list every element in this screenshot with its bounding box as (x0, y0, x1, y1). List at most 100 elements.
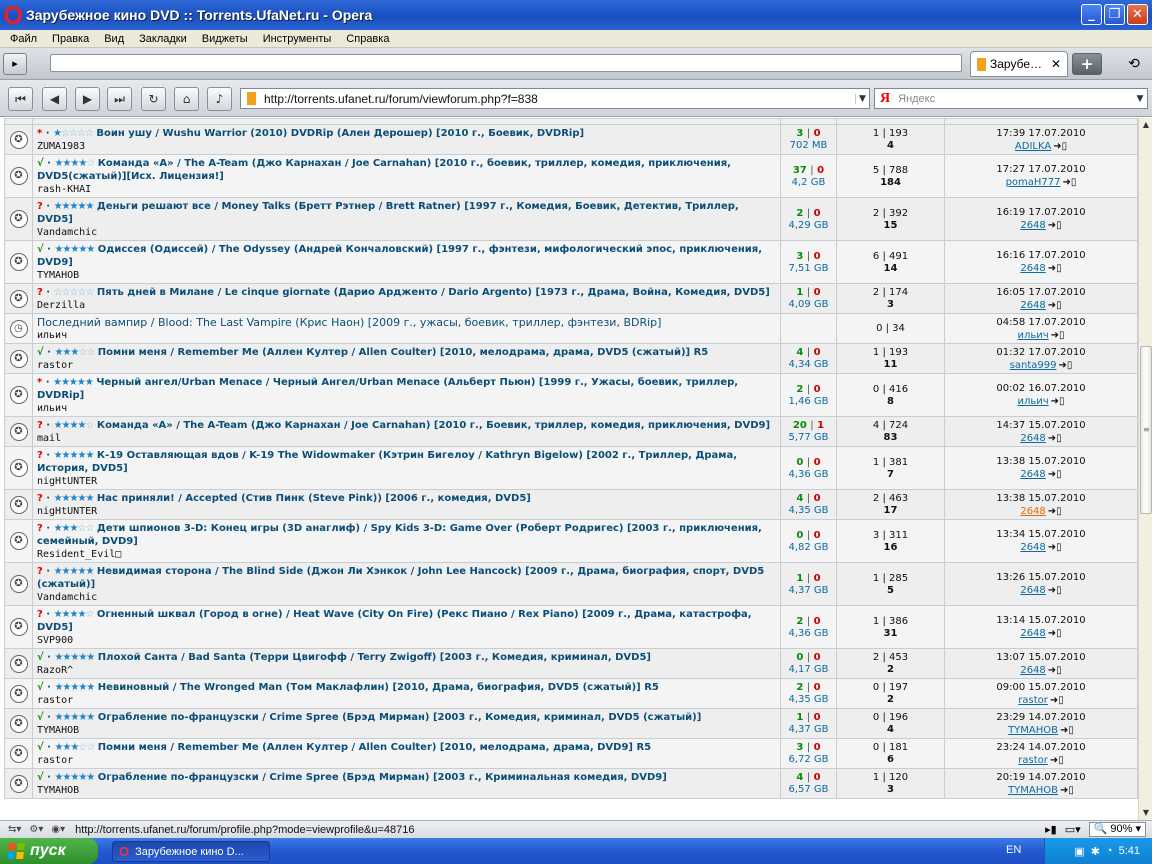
goto-last-post-icon[interactable]: ➜▯ (1048, 542, 1062, 553)
topic-title-link[interactable]: Деньги решают все / Money Talks (Бретт Р… (37, 201, 739, 225)
goto-last-post-icon[interactable]: ➜▯ (1063, 177, 1077, 188)
topic-title-link[interactable]: Черный ангел/Urban Menace / Черный Ангел… (37, 377, 738, 401)
last-post-user-link[interactable]: 2648 (1020, 220, 1045, 231)
topic-author[interactable]: Vandamchic (37, 227, 776, 238)
goto-last-post-icon[interactable]: ➜▯ (1048, 628, 1062, 639)
topic-author[interactable]: rastor (37, 360, 776, 371)
table-row[interactable]: ✪ √ · ★★★★★ Плохой Санта / Bad Santa (Тер… (4, 648, 1138, 679)
goto-last-post-icon[interactable]: ➜▯ (1060, 725, 1074, 736)
menu-edit[interactable]: Правка (46, 33, 98, 45)
taskbar-item-opera[interactable]: O Зарубежное кино D... (112, 841, 270, 862)
last-post-user-link[interactable]: 2648 (1020, 585, 1045, 596)
table-row[interactable]: ✪? · ★★★★☆ Огненный шквал (Город в огне)… (4, 605, 1138, 649)
menu-help[interactable]: Справка (340, 33, 398, 45)
sync-icon[interactable]: ⇆▾ (8, 824, 21, 835)
table-row[interactable]: ✪ √ · ★★★☆☆ Помни меня / Remember Me (Алл… (4, 738, 1138, 769)
menu-file[interactable]: Файл (4, 33, 46, 45)
topic-author[interactable]: ильич (37, 330, 776, 341)
minimize-button[interactable]: _ (1081, 4, 1102, 25)
table-row[interactable]: ✪? · ★★★★★ Невидимая сторона / The Blind… (4, 562, 1138, 606)
topic-title-link[interactable]: К-19 Оставляющая вдов / K-19 The Widowma… (37, 450, 737, 474)
table-row[interactable]: ✪? · ★★★★★ Деньги решают все / Money Tal… (4, 197, 1138, 241)
last-post-user-link[interactable]: 2648 (1020, 469, 1045, 480)
topic-title-link[interactable]: Последний вампир / Blood: The Last Vampi… (37, 316, 661, 329)
topic-title-link[interactable]: Плохой Санта / Bad Santa (Терри Цвигофф … (98, 652, 651, 663)
view-icon[interactable]: ▭▾ (1065, 823, 1081, 836)
topic-author[interactable]: RazoR^ (37, 665, 776, 676)
last-post-user-link[interactable]: pomaH777 (1006, 177, 1061, 188)
address-url[interactable]: http://torrents.ufanet.ru/forum/viewforu… (264, 92, 538, 106)
last-post-user-link[interactable]: rastor (1018, 695, 1048, 706)
goto-last-post-icon[interactable]: ➜▯ (1048, 469, 1062, 480)
goto-last-post-icon[interactable]: ➜▯ (1048, 300, 1062, 311)
last-post-user-link[interactable]: 2648 (1020, 433, 1045, 444)
volume-icon[interactable]: ◔ (1106, 845, 1113, 857)
goto-last-post-icon[interactable]: ➜▯ (1048, 506, 1062, 517)
topic-title-link[interactable]: Ограбление по-французски / Crime Spree (… (98, 772, 667, 783)
home-icon[interactable]: ⌂ (174, 87, 199, 111)
menu-tools[interactable]: Инструменты (257, 33, 341, 45)
topic-author[interactable]: rash-KHAI (37, 184, 776, 195)
panel-icon[interactable]: ▸▮ (1045, 823, 1057, 836)
last-post-user-link[interactable]: 2648 (1020, 506, 1045, 517)
topic-author[interactable]: rastor (37, 695, 776, 706)
topic-author[interactable]: nigHtUNTER (37, 506, 776, 517)
last-post-user-link[interactable]: 2648 (1020, 300, 1045, 311)
tab-close-icon[interactable]: ✕ (1051, 57, 1061, 71)
vertical-scrollbar[interactable]: ▲ ≡ ▼ (1138, 118, 1152, 820)
topic-title-link[interactable]: Невиновный / The Wronged Man (Том Маклаф… (98, 682, 659, 693)
goto-last-post-icon[interactable]: ➜▯ (1048, 220, 1062, 231)
address-field[interactable]: http://torrents.ufanet.ru/forum/viewforu… (240, 88, 870, 109)
table-row[interactable]: ✪? · ★★★☆☆ Дети шпионов 3-D: Конец игры … (4, 519, 1138, 563)
topic-title-link[interactable]: Пять дней в Милане / Le cinque giornate … (97, 287, 770, 298)
topic-title-link[interactable]: Огненный шквал (Город в огне) / Heat Wav… (37, 609, 752, 633)
table-row[interactable]: ✪ √ · ★★★☆☆ Помни меня / Remember Me (Алл… (4, 343, 1138, 374)
yandex-icon[interactable]: Я (880, 91, 890, 107)
last-post-user-link[interactable]: 2648 (1020, 542, 1045, 553)
table-row[interactable]: ✪ √ · ★★★★★ Ограбление по-французски / Cr… (4, 708, 1138, 739)
last-post-user-link[interactable]: ADILKA (1015, 141, 1051, 152)
table-row[interactable]: ✪ √ · ★★★★★ Ограбление по-французски / Cr… (4, 768, 1138, 799)
last-post-user-link[interactable]: TYMAHOB (1008, 725, 1058, 736)
last-post-user-link[interactable]: ильич (1017, 330, 1048, 341)
topic-author[interactable]: nigHtUNTER (37, 476, 776, 487)
unite-icon[interactable]: ⚙▾ (29, 824, 43, 835)
last-post-user-link[interactable]: 2648 (1020, 628, 1045, 639)
topic-title-link[interactable]: Воин ушу / Wushu Warrior (2010) DVDRip (… (96, 128, 584, 139)
topic-title-link[interactable]: Невидимая сторона / The Blind Side (Джон… (37, 566, 764, 590)
last-post-user-link[interactable]: TYMAHOB (1008, 785, 1058, 796)
close-button[interactable]: ✕ (1127, 4, 1148, 25)
fast-forward-icon[interactable]: ⏭ (107, 87, 132, 111)
table-row[interactable]: ✪? · ☆☆☆☆☆ Пять дней в Милане / Le cinqu… (4, 283, 1138, 314)
table-row[interactable]: ✪? · ★★★★☆ Команда «А» / The A-Team (Джо… (4, 416, 1138, 447)
topic-title-link[interactable]: Ограбление по-французски / Crime Spree (… (98, 712, 702, 723)
last-post-user-link[interactable]: ильич (1017, 396, 1048, 407)
chevron-down-icon[interactable]: ▼ (855, 93, 869, 104)
zoom-control[interactable]: 🔍 90% ▾ (1088, 822, 1146, 837)
menu-widgets[interactable]: Виджеты (196, 33, 257, 45)
scroll-thumb[interactable]: ≡ (1140, 346, 1152, 514)
turbo-icon[interactable]: ◉▾ (51, 824, 65, 835)
back-icon[interactable]: ◀ (42, 87, 67, 111)
goto-last-post-icon[interactable]: ➜▯ (1048, 263, 1062, 274)
table-row[interactable]: ✪ * · ★☆☆☆☆ Воин ушу / Wushu Warrior (201… (4, 124, 1138, 155)
topic-author[interactable]: SVP900 (37, 635, 776, 646)
topic-title-link[interactable]: Помни меня / Remember Me (Аллен Култер /… (98, 347, 708, 358)
goto-last-post-icon[interactable]: ➜▯ (1050, 695, 1064, 706)
table-row[interactable]: ✪ √ · ★★★★☆ Команда «А» / The A-Team (Джо… (4, 154, 1138, 198)
reload-icon[interactable]: ↻ (141, 87, 166, 111)
search-field[interactable]: Я Яндекс ▼ (874, 88, 1148, 109)
rewind-icon[interactable]: ⏮ (8, 87, 33, 111)
topic-author[interactable]: Resident_Evil□ (37, 549, 776, 560)
topic-author[interactable]: Vandamchic (37, 592, 776, 603)
goto-last-post-icon[interactable]: ➜▯ (1060, 785, 1074, 796)
forward-icon[interactable]: ▶ (75, 87, 100, 111)
topic-title-link[interactable]: Нас приняли! / Accepted (Стив Пинк (Stev… (97, 493, 531, 504)
topic-title-link[interactable]: Команда «А» / The A-Team (Джо Карнахан /… (37, 158, 731, 182)
new-tab-button[interactable]: + (1072, 53, 1102, 75)
goto-last-post-icon[interactable]: ➜▯ (1050, 755, 1064, 766)
topic-title-link[interactable]: Помни меня / Remember Me (Аллен Култер /… (98, 742, 651, 753)
scroll-up-icon[interactable]: ▲ (1139, 118, 1152, 132)
topic-author[interactable]: mail (37, 433, 776, 444)
panel-toggle-icon[interactable]: ▸ (3, 53, 27, 75)
